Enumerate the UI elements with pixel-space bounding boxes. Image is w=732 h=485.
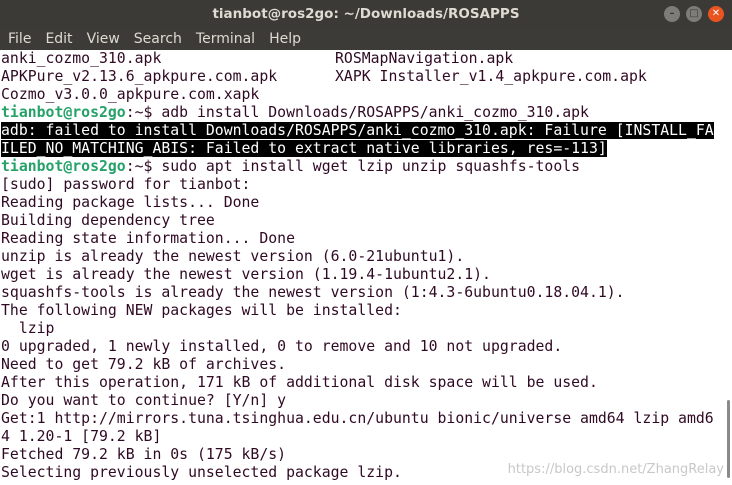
prompt-path: :~$ <box>125 104 162 121</box>
maximize-icon[interactable]: □ <box>686 6 702 22</box>
scrollbar[interactable] <box>724 50 732 485</box>
prompt-path: :~$ <box>125 158 162 175</box>
terminal-output[interactable]: anki_cozmo_310.apk ROSMapNavigation.apk A… <box>0 50 724 485</box>
listing-row: Cozmo_v3.0.0_apkpure.com.xapk <box>0 86 724 104</box>
output-line: 0 upgraded, 1 newly installed, 0 to remo… <box>1 338 563 355</box>
menu-help[interactable]: Help <box>262 31 308 47</box>
output-line: The following NEW packages will be insta… <box>1 302 402 319</box>
output-line: 4 1.20-1 [79.2 kB] <box>1 428 162 445</box>
watermark: https://blog.csdn.net/ZhangRelay <box>507 462 724 477</box>
command-text: adb install Downloads/ROSAPPS/anki_cozmo… <box>161 104 589 121</box>
file-name: APKPure_v2.13.6_apkpure.com.apk <box>1 68 278 85</box>
menu-search[interactable]: Search <box>127 31 189 47</box>
prompt-user: tianbot@ros2go <box>1 158 126 175</box>
output-line: Need to get 79.2 kB of archives. <box>1 356 287 373</box>
file-name: Cozmo_v3.0.0_apkpure.com.xapk <box>1 86 260 103</box>
command-text: sudo apt install wget lzip unzip squashf… <box>161 158 581 175</box>
output-line: After this operation, 171 kB of addition… <box>1 374 598 391</box>
prompt-user: tianbot@ros2go <box>1 104 126 121</box>
output-line: [sudo] password for tianbot: <box>1 176 251 193</box>
menu-edit[interactable]: Edit <box>38 31 79 47</box>
file-name: anki_cozmo_310.apk <box>1 50 162 67</box>
window-controls: – □ ✕ <box>664 6 724 22</box>
file-name: XAPK Installer_v1.4_apkpure.com.apk <box>335 68 647 85</box>
scrollbar-thumb[interactable] <box>727 400 730 478</box>
file-name: ROSMapNavigation.apk <box>335 50 514 67</box>
window-title: tianbot@ros2go: ~/Downloads/ROSAPPS <box>212 6 520 22</box>
listing-row: anki_cozmo_310.apk ROSMapNavigation.apk <box>0 50 724 68</box>
error-line: adb: failed to install Downloads/ROSAPPS… <box>0 122 724 140</box>
output-line: squashfs-tools is already the newest ver… <box>1 284 625 301</box>
output-line: wget is already the newest version (1.19… <box>1 266 491 283</box>
command-line: tianbot@ros2go:~$ sudo apt install wget … <box>0 158 724 176</box>
output-line: unzip is already the newest version (6.0… <box>1 248 465 265</box>
output-line: Reading package lists... Done <box>1 194 260 211</box>
minimize-icon[interactable]: – <box>664 6 680 22</box>
error-line: ILED_NO_MATCHING_ABIS: Failed to extract… <box>0 140 724 158</box>
close-icon[interactable]: ✕ <box>708 6 724 22</box>
error-text: ILED_NO_MATCHING_ABIS: Failed to extract… <box>1 140 607 157</box>
title-bar[interactable]: tianbot@ros2go: ~/Downloads/ROSAPPS – □ … <box>0 0 732 28</box>
listing-row: APKPure_v2.13.6_apkpure.com.apk XAPK Inst… <box>0 68 724 86</box>
output-line: Building dependency tree <box>1 212 215 229</box>
menu-terminal[interactable]: Terminal <box>189 31 262 47</box>
menu-view[interactable]: View <box>80 31 127 47</box>
output-line: Do you want to continue? [Y/n] y <box>1 392 287 409</box>
menu-bar: File Edit View Search Terminal Help <box>0 28 732 50</box>
output-line: lzip <box>1 320 55 337</box>
menu-file[interactable]: File <box>0 31 38 47</box>
command-line: tianbot@ros2go:~$ adb install Downloads/… <box>0 104 724 122</box>
output-line: Reading state information... Done <box>1 230 295 247</box>
terminal-window: tianbot@ros2go: ~/Downloads/ROSAPPS – □ … <box>0 0 732 485</box>
output-line: Get:1 http://mirrors.tuna.tsinghua.edu.c… <box>1 410 714 427</box>
error-text: adb: failed to install Downloads/ROSAPPS… <box>1 122 714 139</box>
